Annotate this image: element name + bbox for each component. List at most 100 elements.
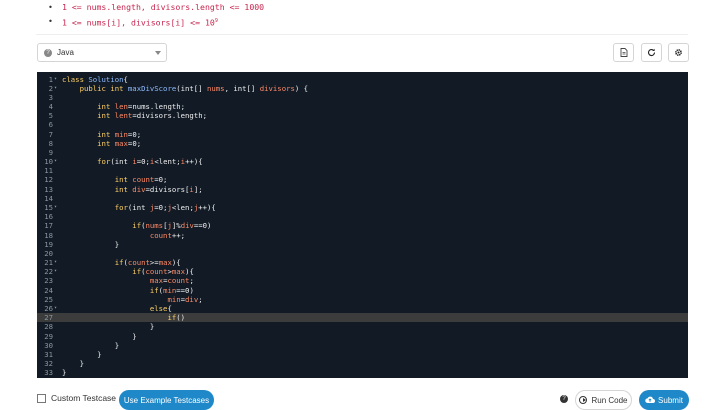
code-line[interactable]: 18 count++; (37, 231, 688, 240)
cloud-upload-icon (645, 396, 656, 403)
code-text: int count=0; (114, 175, 168, 185)
line-number: 31 (44, 349, 53, 359)
code-line[interactable]: 16 (37, 212, 688, 221)
code-text: if(min==0) (149, 285, 194, 295)
code-line[interactable]: 27 if() (37, 313, 688, 323)
code-line[interactable]: 30 } (37, 341, 688, 350)
code-text: } (62, 331, 137, 341)
gear-icon (675, 49, 682, 56)
line-number: 4 (48, 102, 53, 112)
line-number: 23 (44, 276, 53, 286)
code-line[interactable]: 5 int lent=divisors.length; (37, 111, 688, 120)
code-line[interactable]: 29 } (37, 332, 688, 341)
code-text: if() (167, 313, 186, 323)
fold-arrow-icon[interactable]: ▾ (54, 75, 57, 84)
line-number: 18 (44, 230, 53, 240)
code-text: min=div; (167, 294, 203, 304)
custom-testcase-checkbox[interactable] (37, 393, 46, 403)
code-text: for(int i=0;i<lent;i++){ (97, 157, 203, 167)
code-line[interactable]: 14 (37, 194, 688, 203)
code-line[interactable]: 17 if(nums[j]%div==0) (37, 221, 688, 230)
code-line[interactable]: 2 ▾ public int maxDivScore(int[] nums, in… (37, 84, 688, 93)
divider (36, 34, 688, 35)
line-number: 19 (44, 239, 53, 249)
constraint-item-1: 1 <= nums.length, divisors.length <= 100… (48, 0, 264, 14)
code-line[interactable]: 6 (37, 120, 688, 129)
code-text: public int maxDivScore(int[] nums, int[]… (79, 83, 309, 93)
line-number: 33 (44, 368, 53, 378)
code-line[interactable]: 21 ▾ if(count>=max){ (37, 258, 688, 267)
line-number: 32 (44, 359, 53, 369)
line-number: 22 (44, 267, 53, 277)
code-text: } (62, 340, 120, 350)
code-line[interactable]: 23 max=count; (37, 276, 688, 285)
submit-button[interactable]: Submit (639, 390, 689, 410)
fold-arrow-icon[interactable]: ▾ (54, 157, 57, 166)
code-line[interactable]: 11 (37, 166, 688, 175)
code-text: int len=nums.length; (97, 102, 186, 112)
line-number: 30 (44, 340, 53, 350)
constraint-item-2: 1 <= nums[i], divisors[i] <= 109 (48, 14, 264, 30)
line-number: 15 (44, 203, 53, 213)
code-line[interactable]: 4 int len=nums.length; (37, 102, 688, 111)
submit-label: Submit (658, 395, 683, 405)
fold-arrow-icon[interactable]: ▾ (54, 258, 57, 267)
code-line[interactable]: 19 } (37, 240, 688, 249)
code-text: if(count>=max){ (114, 258, 181, 268)
line-number: 14 (44, 193, 53, 203)
code-line[interactable]: 13 int div=divisors[i]; (37, 185, 688, 194)
code-line[interactable]: 7 int min=0; (37, 130, 688, 139)
code-text: } (62, 368, 67, 378)
language-selected: Java (57, 48, 74, 57)
code-line[interactable]: 12 int count=0; (37, 175, 688, 184)
language-select[interactable]: ? Java (37, 43, 167, 62)
line-number: 5 (48, 111, 53, 121)
run-code-button[interactable]: Run Code (575, 390, 632, 410)
code-line[interactable]: 10 ▾ for(int i=0;i<lent;i++){ (37, 157, 688, 166)
code-line[interactable]: 20 (37, 249, 688, 258)
code-text: if(nums[j]%div==0) (132, 221, 212, 231)
line-number: 16 (44, 212, 53, 222)
line-number: 3 (48, 92, 53, 102)
file-button[interactable] (613, 43, 634, 62)
code-line[interactable]: 24 if(min==0) (37, 286, 688, 295)
code-line[interactable]: 8 int max=0; (37, 139, 688, 148)
code-line[interactable]: 26 ▾ else{ (37, 304, 688, 313)
code-line[interactable]: 33} (37, 368, 688, 377)
fold-arrow-icon[interactable]: ▾ (54, 304, 57, 313)
code-line[interactable]: 32 } (37, 359, 688, 368)
line-number: 11 (44, 166, 53, 176)
code-line[interactable]: 15 ▾ for(int j=0;j<len;j++){ (37, 203, 688, 212)
code-text: max=count; (149, 276, 194, 286)
code-line[interactable]: 1 ▾ class Solution{ (37, 75, 688, 84)
code-editor[interactable]: 1 ▾ class Solution{2 ▾ public int maxDivSco… (37, 72, 688, 378)
code-line[interactable]: 22 ▾ if(count>max){ (37, 267, 688, 276)
code-line[interactable]: 28 } (37, 322, 688, 331)
custom-testcase-toggle[interactable]: Custom Testcase (37, 393, 116, 403)
code-text: int div=divisors[i]; (114, 184, 203, 194)
use-example-testcases-button[interactable]: Use Example Testcases (119, 390, 214, 410)
line-number: 27 (44, 313, 53, 323)
code-line[interactable]: 3 (37, 93, 688, 102)
fold-arrow-icon[interactable]: ▾ (54, 203, 57, 212)
line-number: 9 (48, 147, 53, 157)
code-line[interactable]: 25 min=div; (37, 295, 688, 304)
code-text: } (62, 359, 84, 369)
chevron-down-icon (155, 51, 161, 55)
fold-arrow-icon[interactable]: ▾ (54, 84, 57, 93)
code-text: int min=0; (97, 129, 142, 139)
refresh-icon (647, 48, 656, 57)
fold-arrow-icon[interactable]: ▾ (54, 267, 57, 276)
settings-button[interactable] (668, 43, 689, 62)
line-number: 25 (44, 294, 53, 304)
help-icon[interactable]: ? (560, 395, 568, 403)
line-number: 17 (44, 221, 53, 231)
line-number: 7 (48, 129, 53, 139)
code-line[interactable]: 9 (37, 148, 688, 157)
code-line[interactable]: 31 } (37, 350, 688, 359)
play-icon (579, 396, 588, 404)
constraints-list: 1 <= nums.length, divisors.length <= 100… (48, 0, 264, 30)
refresh-button[interactable] (641, 43, 662, 62)
line-number: 28 (44, 322, 53, 332)
code-text: } (62, 239, 120, 249)
